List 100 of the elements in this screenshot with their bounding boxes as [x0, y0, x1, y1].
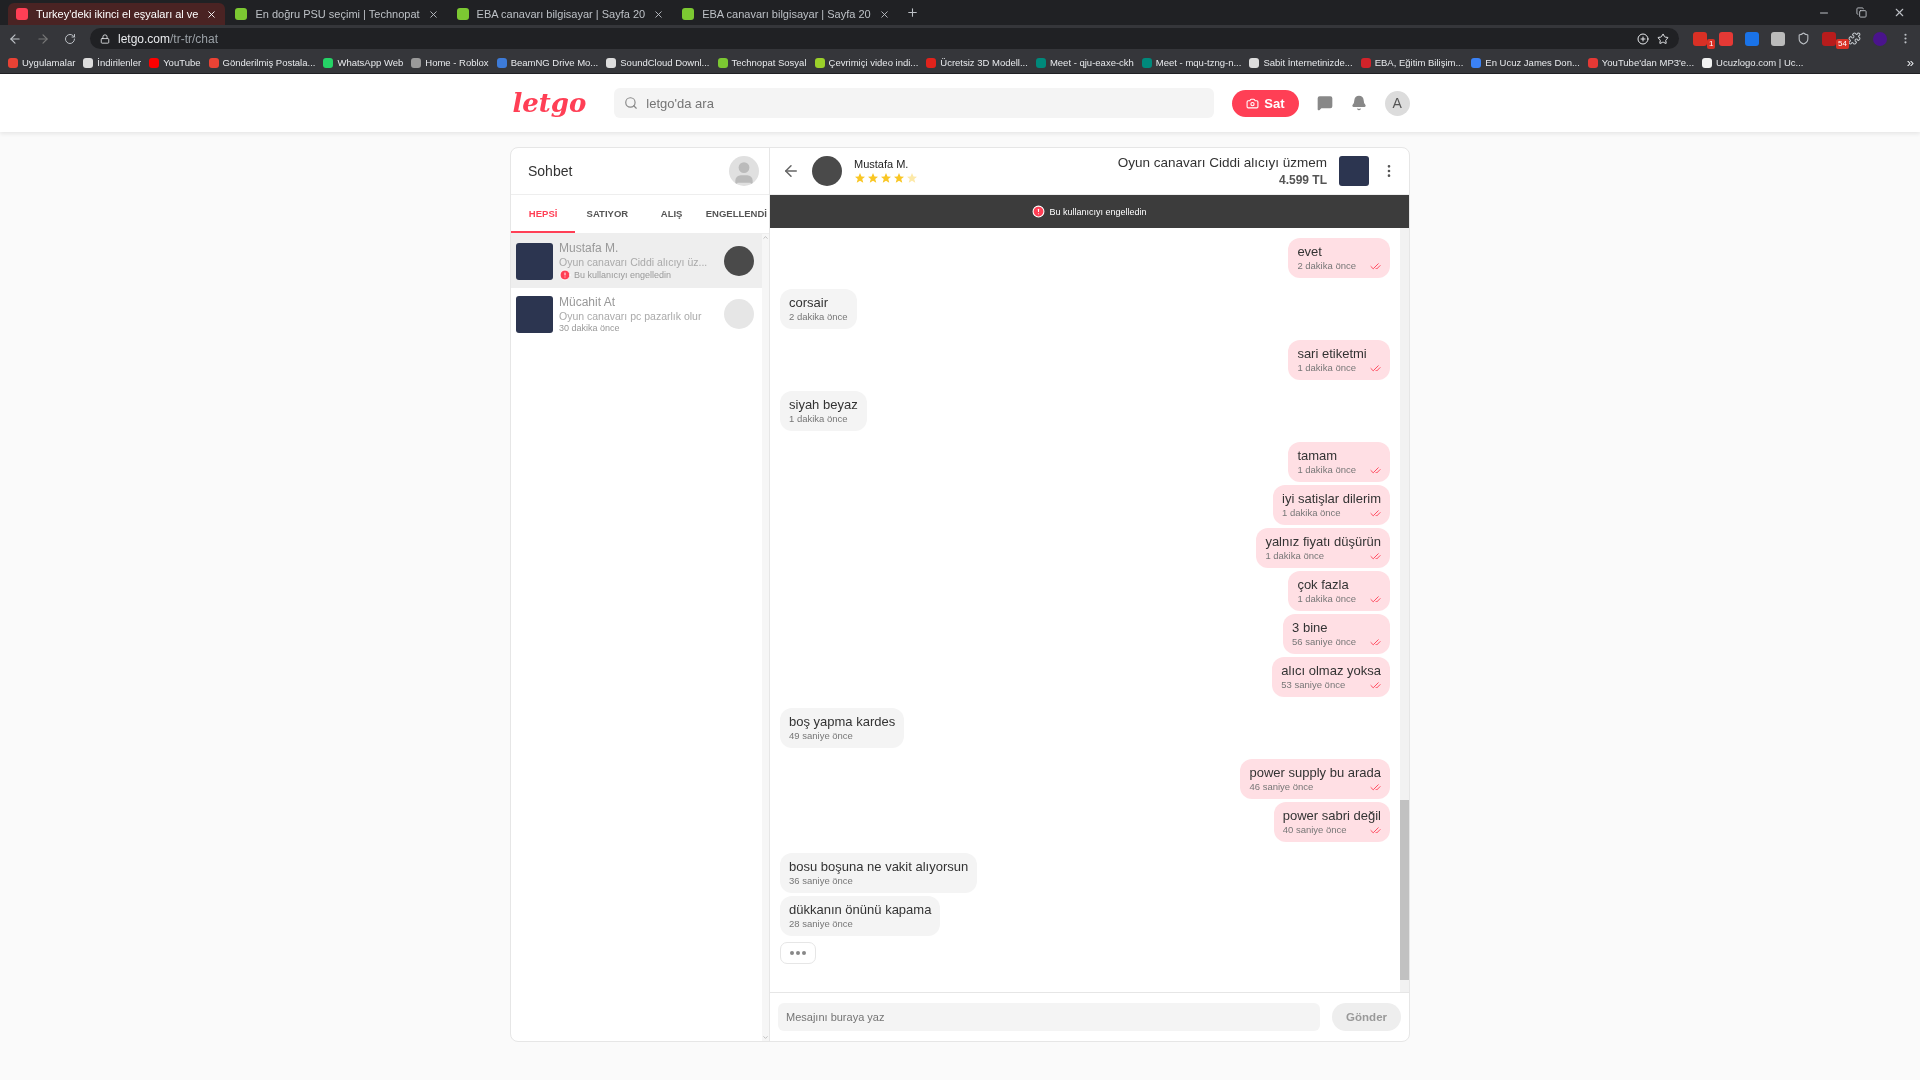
close-window-icon[interactable] [1893, 6, 1906, 19]
star-icon [893, 172, 905, 184]
message-time: 36 saniye önce [789, 875, 853, 887]
product-price: 4.599 TL [1278, 173, 1327, 187]
notification-bell-icon[interactable] [1350, 95, 1367, 111]
product-title: Oyun canavarı Ciddi alıcıyı üzmem [1117, 155, 1327, 170]
forward-icon[interactable] [36, 31, 50, 46]
chat-icon[interactable] [1316, 95, 1333, 111]
message-text: dükkanın önünü kapama [789, 902, 932, 918]
bookmark-link[interactable]: YouTube [147, 57, 203, 68]
extension-icon[interactable] [1719, 31, 1733, 46]
new-tab-icon[interactable] [905, 6, 919, 19]
close-icon[interactable] [653, 8, 665, 20]
camera-icon [1246, 96, 1260, 110]
bookmark-link[interactable]: Çevrimiçi video indi... [812, 57, 921, 68]
bookmark-link[interactable]: WhatsApp Web [321, 57, 406, 68]
bookmark-link[interactable]: Gönderilmiş Postala... [206, 57, 318, 68]
shield-icon[interactable] [1797, 32, 1810, 45]
message-text: power supply bu arada [1249, 765, 1381, 781]
bookmark-link[interactable]: YouTube'dan MP3'e... [1585, 57, 1697, 68]
scrollbar[interactable] [1400, 228, 1409, 992]
close-icon[interactable] [206, 8, 218, 20]
bookmark-link[interactable]: EBA, Eğitim Bilişim... [1358, 57, 1466, 68]
extension-icon[interactable] [1745, 31, 1759, 46]
message-time: 1 dakika önce [789, 413, 848, 425]
message-time: 28 saniye önce [789, 918, 853, 930]
message-time: 1 dakika önce [1297, 362, 1356, 374]
message-time: 1 dakika önce [1297, 593, 1356, 605]
message-text: power sabri değil [1282, 808, 1381, 824]
avatar-placeholder [724, 246, 754, 276]
bookmark-link[interactable]: Technopat Sosyal [715, 57, 809, 68]
bookmark-link[interactable]: Meet - qju-eaxe-ckh [1033, 57, 1136, 68]
message-time: 40 saniye önce [1282, 824, 1347, 836]
browser-tab[interactable]: EBA canavarı bilgisayar | Sayfa 20 [674, 3, 898, 25]
message-text: sari etiketmi [1297, 346, 1368, 362]
message-text: alıcı olmaz yoksa [1281, 663, 1381, 679]
bookmark-star-icon[interactable] [1657, 32, 1669, 45]
message-text: tamam [1297, 448, 1339, 464]
message-text: çok fazla [1297, 577, 1350, 593]
back-icon[interactable] [8, 31, 22, 46]
message-text: iyi satişlar dilerim [1282, 491, 1381, 507]
message-text: evet [1297, 244, 1323, 260]
filter-tab[interactable]: ALIŞ [639, 195, 704, 233]
message-time: 46 saniye önce [1249, 781, 1314, 793]
browser-tab[interactable]: En doğru PSU seçimi | Technopat [227, 3, 447, 25]
bookmark-link[interactable]: Sabit İnternetinizde... [1247, 57, 1355, 68]
bookmark-link[interactable]: İndirilenler [81, 57, 144, 68]
search-field[interactable]: letgo'da ara [614, 88, 1215, 118]
star-icon [854, 172, 866, 184]
lock-icon [100, 33, 110, 44]
photo-placeholder [1339, 156, 1369, 186]
extensions-puzzle-icon[interactable] [1848, 32, 1861, 45]
browser-tab[interactable]: EBA canavarı bilgisayar | Sayfa 20 [448, 3, 673, 25]
reload-icon[interactable] [64, 32, 76, 45]
conversation-preview: Oyun canavarı pc pazarlık olur [559, 310, 703, 322]
more-bookmarks-button[interactable]: » [1906, 55, 1914, 70]
conversation-name: Mustafa M. [559, 241, 620, 255]
count-badge: 54 [1836, 38, 1849, 49]
filter-tab[interactable]: SATIYOR [575, 195, 640, 233]
message-time: 1 dakika önce [1265, 550, 1324, 562]
bookmark-link[interactable]: BeamNG Drive Mo... [494, 57, 601, 68]
message-text: 3 bine [1292, 620, 1329, 636]
user-avatar[interactable]: A [1384, 90, 1410, 116]
bookmark-link[interactable]: Home - Roblox [409, 57, 491, 68]
bookmark-link[interactable]: Ücretsiz 3D Modell... [924, 57, 1030, 68]
close-icon[interactable] [427, 8, 439, 20]
message-text: siyah beyaz [789, 397, 858, 413]
bookmark-link[interactable]: Meet - mqu-tzng-n... [1139, 57, 1244, 68]
bookmark-link[interactable]: Uygulamalar [6, 57, 78, 68]
avatar-placeholder [724, 299, 754, 329]
photo-placeholder [516, 242, 553, 280]
message-text: yalnız fiyatı düşürün [1265, 534, 1381, 550]
message-time: 1 dakika önce [1282, 507, 1341, 519]
message-time: 49 saniye önce [789, 730, 853, 742]
message-input[interactable]: Mesajını buraya yaz [778, 1003, 1321, 1031]
address-bar[interactable]: letgo.com/tr-tr/chat [90, 28, 1679, 49]
conversation-note: Bu kullanıcıyı engelledin [574, 270, 672, 280]
close-icon[interactable] [878, 8, 890, 20]
star-icon [880, 172, 892, 184]
user-name: Mustafa M. [854, 158, 910, 170]
conversation-preview: Oyun canavarı Ciddi alıcıyı üz... [559, 256, 709, 268]
browser-tab[interactable]: Turkey'deki ikinci el eşyaları al ve [8, 3, 226, 25]
message-text: boş yapma kardes [789, 714, 896, 730]
bookmark-link[interactable]: Ucuzlogo.com | Uc... [1700, 57, 1806, 68]
bookmark-link[interactable]: En Ucuz James Don... [1469, 57, 1582, 68]
sidebar-title: Sohbet [528, 163, 573, 179]
message-text: bosu boşuna ne vakit alıyorsun [789, 859, 969, 875]
avatar-placeholder [812, 156, 842, 186]
message-time: 1 dakika önce [1297, 464, 1356, 476]
extension-icon[interactable] [1771, 31, 1785, 46]
count-badge: 1 [1707, 38, 1716, 49]
message-time: 53 saniye önce [1281, 679, 1346, 691]
banner-text: Bu kullanıcıyı engelledin [1049, 206, 1147, 217]
conversation-name: Mücahit At [559, 295, 617, 309]
empty-star-icon [906, 172, 918, 184]
zoom-icon[interactable] [1637, 32, 1649, 45]
bookmark-link[interactable]: SoundCloud Downl... [604, 57, 712, 68]
filter-tab[interactable]: ENGELLENDİ [703, 195, 769, 233]
alert-icon [1032, 205, 1046, 218]
restore-icon[interactable] [1856, 7, 1867, 18]
